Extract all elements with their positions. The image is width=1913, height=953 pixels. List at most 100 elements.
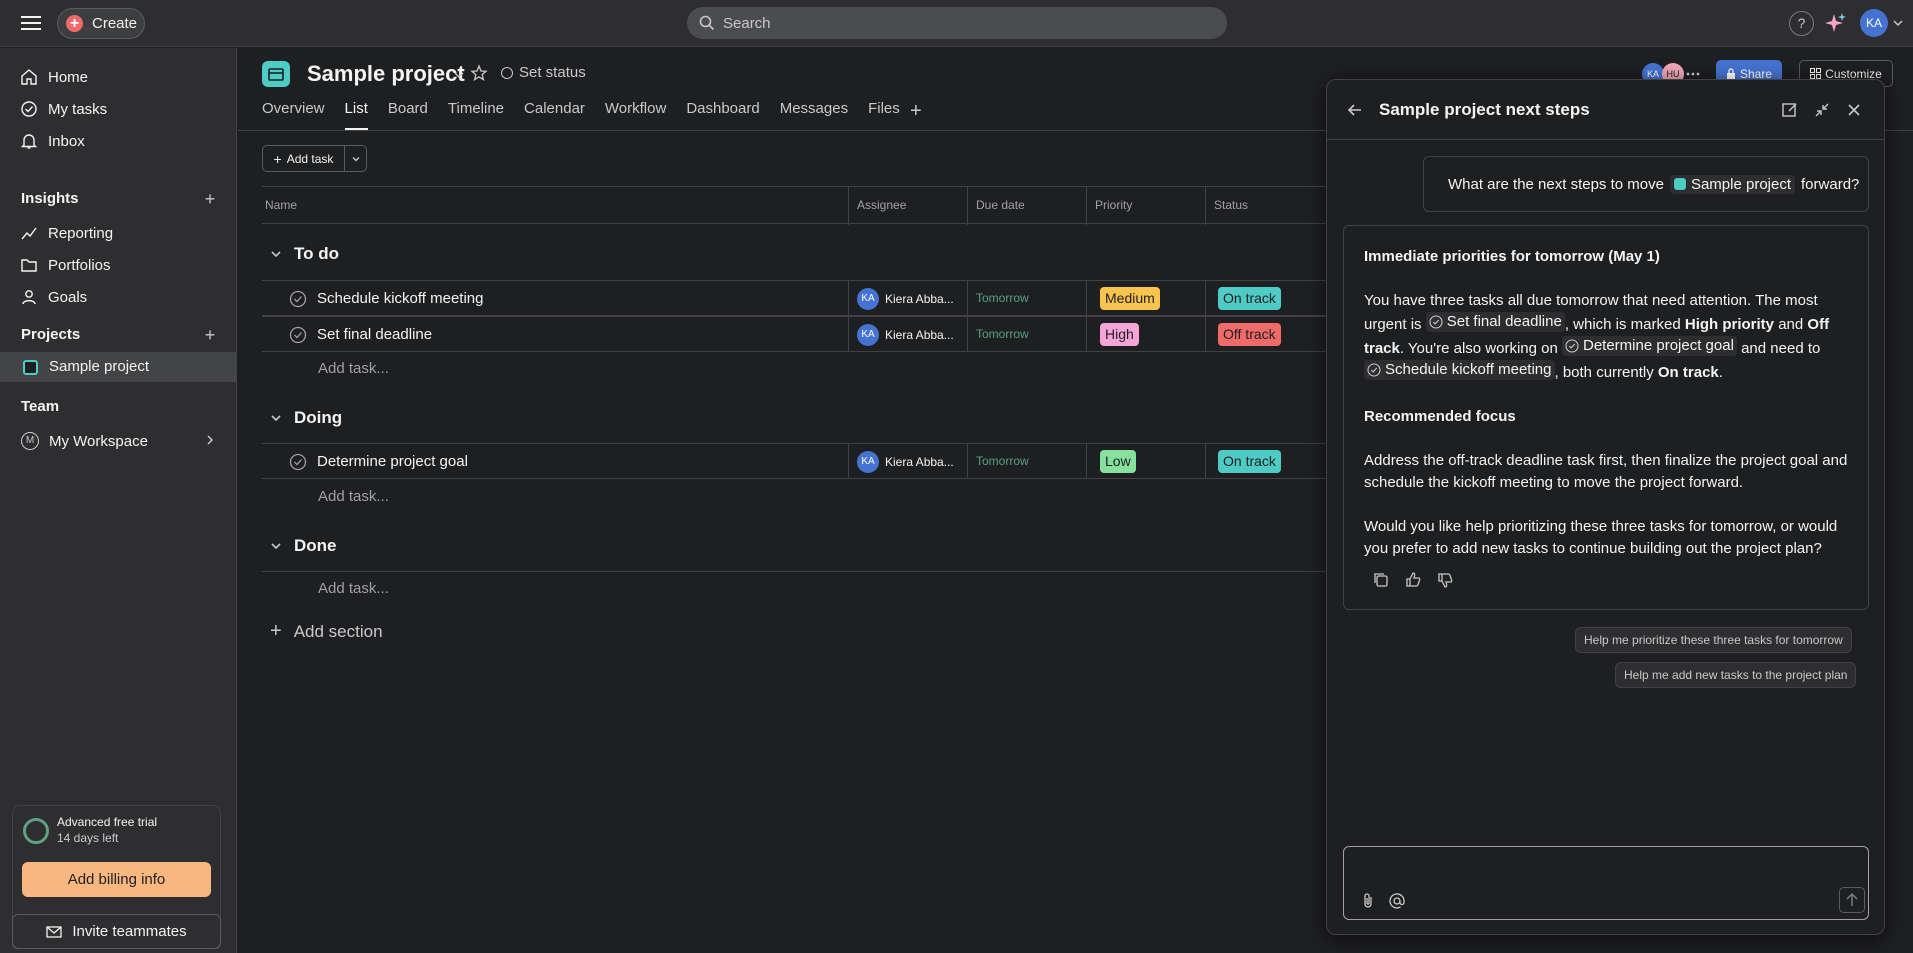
column-divider [848,444,849,478]
column-header-name[interactable]: Name [265,198,297,212]
task-name[interactable]: Determine project goal [317,453,468,470]
caret-down-icon[interactable] [270,248,282,260]
column-header-status[interactable]: Status [1214,198,1248,212]
create-button[interactable]: + Create [57,8,145,39]
response-text: . You're also working on [1399,340,1558,357]
tab-list[interactable]: List [344,100,368,130]
set-status-button[interactable]: Set status [501,64,586,81]
task-due-date[interactable]: Tomorrow [976,327,1029,341]
tab-timeline[interactable]: Timeline [448,100,504,130]
status-badge[interactable]: On track [1218,287,1281,310]
add-task-link[interactable]: Add task... [318,488,389,505]
task-assignee[interactable]: KA Kiera Abba... [857,324,954,346]
task-due-date[interactable]: Tomorrow [976,454,1029,468]
project-mention-chip[interactable]: Sample project [1669,174,1796,194]
sidebar-item-portfolios[interactable]: Portfolios [20,252,111,278]
add-tab-plus-icon[interactable]: + [910,100,922,123]
section-header-to-do[interactable]: To do [270,244,339,264]
copy-icon[interactable] [1372,571,1390,589]
task-mention-chip[interactable]: Determine project goal [1562,336,1737,356]
sidebar-item-sample-project[interactable]: Sample project [0,352,236,382]
sidebar-item-inbox[interactable]: Inbox [20,128,85,154]
search-input[interactable]: Search [687,7,1227,39]
chevron-right-icon[interactable] [204,434,216,446]
caret-down-icon[interactable] [270,540,282,552]
add-insight-plus-icon[interactable]: + [202,190,218,208]
new-chat-edit-icon[interactable] [1781,101,1799,119]
table-row[interactable]: Schedule kickoff meeting KA Kiera Abba..… [262,280,1362,316]
tab-overview[interactable]: Overview [262,100,325,130]
sidebar-item-workspace[interactable]: M My Workspace [21,430,221,452]
task-due-date[interactable]: Tomorrow [976,291,1029,305]
arrow-left-icon[interactable] [1347,102,1363,118]
task-name[interactable]: Schedule kickoff meeting [317,290,484,307]
check-circle-icon[interactable] [289,326,307,344]
tab-dashboard[interactable]: Dashboard [686,100,759,130]
sidebar-item-my-tasks[interactable]: My tasks [20,96,107,122]
task-name[interactable]: Set final deadline [317,326,432,343]
sidebar-item-home[interactable]: Home [20,64,88,90]
sidebar-item-goals[interactable]: Goals [20,284,87,310]
column-divider [1205,317,1206,351]
caret-down-icon[interactable] [270,412,282,424]
paperclip-icon[interactable] [1359,892,1377,910]
table-row[interactable]: Determine project goal KA Kiera Abba... … [262,443,1362,479]
check-circle-icon [1367,363,1381,377]
suggestion-add-tasks-button[interactable]: Help me add new tasks to the project pla… [1615,662,1857,688]
suggestion-prioritize-button[interactable]: Help me prioritize these three tasks for… [1575,627,1852,653]
column-header-assignee[interactable]: Assignee [857,198,906,212]
add-task-link[interactable]: Add task... [318,580,389,597]
add-billing-info-button[interactable]: Add billing info [22,862,211,897]
tab-board[interactable]: Board [388,100,428,130]
thumbs-down-icon[interactable] [1436,571,1454,589]
status-badge[interactable]: Off track [1218,323,1281,346]
table-row[interactable]: Set final deadline KA Kiera Abba... Tomo… [262,316,1362,352]
task-assignee[interactable]: KA Kiera Abba... [857,288,954,310]
page-title[interactable]: Sample project [307,61,465,87]
check-circle-icon[interactable] [289,290,307,308]
priority-badge[interactable]: Medium [1100,287,1160,310]
task-mention-chip[interactable]: Set final deadline [1425,312,1565,332]
hamburger-menu-icon[interactable] [20,13,42,33]
add-project-plus-icon[interactable]: + [202,326,218,344]
create-label: Create [92,15,138,32]
star-icon[interactable] [470,64,488,82]
ai-sparkle-icon[interactable] [1824,11,1848,35]
invite-teammates-button[interactable]: Invite teammates [12,914,221,949]
check-circle-icon[interactable] [289,453,307,471]
add-section-button[interactable]: + Add section [270,620,383,643]
add-task-dropdown-button[interactable] [345,146,366,171]
minimize-icon[interactable] [1813,101,1831,119]
add-task-link[interactable]: Add task... [318,360,389,377]
team-heading: Team [21,398,60,415]
chevron-down-icon[interactable] [452,69,466,81]
tab-workflow[interactable]: Workflow [605,100,666,130]
chat-input[interactable] [1343,846,1869,920]
priority-badge[interactable]: High [1100,323,1139,346]
mention-at-icon[interactable] [1388,892,1406,910]
thumbs-up-icon[interactable] [1404,571,1422,589]
search-icon [699,15,715,31]
chevron-down-icon[interactable] [1892,17,1904,29]
close-icon[interactable] [1845,101,1863,119]
section-header-doing[interactable]: Doing [270,408,342,428]
user-avatar[interactable]: KA [1860,9,1888,37]
status-badge[interactable]: On track [1218,450,1281,473]
column-divider [848,317,849,351]
send-button[interactable] [1839,887,1865,913]
help-button[interactable]: ? [1789,11,1814,36]
tab-calendar[interactable]: Calendar [524,100,585,130]
sidebar-item-reporting[interactable]: Reporting [20,220,113,246]
column-header-due-date[interactable]: Due date [976,198,1025,212]
column-divider [848,281,849,315]
task-mention-chip[interactable]: Schedule kickoff meeting [1364,360,1555,380]
task-assignee[interactable]: KA Kiera Abba... [857,451,954,473]
column-header-priority[interactable]: Priority [1095,198,1132,212]
section-header-done[interactable]: Done [270,536,337,556]
column-divider [967,187,968,225]
tab-messages[interactable]: Messages [780,100,848,130]
more-members-icon[interactable] [1686,69,1700,79]
add-task-button[interactable]: + Add task [263,146,345,171]
priority-badge[interactable]: Low [1100,450,1136,473]
tab-files[interactable]: Files [868,100,900,130]
